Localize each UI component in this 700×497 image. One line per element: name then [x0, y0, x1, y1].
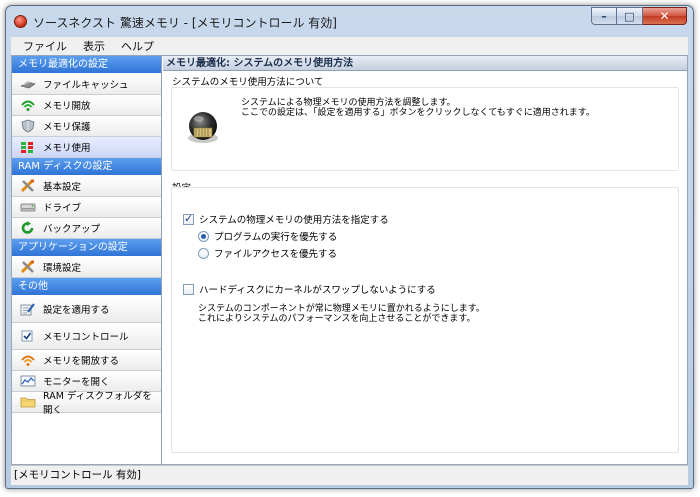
radio-unselected [198, 247, 209, 259]
no-kernel-swap-checkbox[interactable]: ハードディスクにカーネルがスワップしないようにする [183, 282, 436, 296]
sidebar-item-memory-control[interactable]: メモリコントロール [12, 323, 161, 350]
sidebar-header-other[interactable]: その他 [12, 278, 161, 296]
sidebar-item-memory-protection[interactable]: メモリ保護 [12, 116, 161, 137]
menu-view[interactable]: 表示 [75, 38, 113, 54]
sidebar-item-label: メモリを開放する [43, 356, 120, 367]
sidebar-item-label: メモリ開放 [43, 101, 91, 112]
shield-icon [21, 119, 35, 133]
folder-icon [20, 397, 36, 408]
close-icon: ✕ [659, 9, 670, 23]
radio-prioritize-programs-label: プログラムの実行を優先する [214, 232, 338, 243]
title-bar[interactable]: ソースネクスト 驚速メモリ - [メモリコントロール 有効] – □ ✕ [6, 6, 693, 36]
minimize-button[interactable]: – [591, 7, 617, 25]
tools-icon [20, 179, 35, 193]
menu-bar: ファイル 表示 ヘルプ [11, 37, 688, 55]
memory-chip-icon [188, 112, 218, 143]
radio-selected [198, 230, 209, 242]
client-area: メモリ最適化の設定 ファイルキャッシュ メモリ開放 メモリ保護 メモリ使用 RA… [11, 55, 688, 465]
wifi-release-icon [21, 100, 35, 111]
sidebar-item-label: モニターを開く [43, 377, 110, 388]
sidebar-item-open-ram-disk-folder[interactable]: RAM ディスクフォルダを開く [12, 391, 161, 416]
specify-memory-usage-label: システムの物理メモリの使用方法を指定する [199, 215, 389, 226]
sidebar-item-label: メモリ保護 [43, 122, 91, 133]
sidebar-item-label: メモリコントロール [43, 332, 129, 343]
checkbox-icon [21, 330, 33, 342]
about-description-line1: システムによる物理メモリの使用方法を調整します。 [241, 98, 456, 108]
monitor-icon [20, 375, 36, 387]
specify-memory-usage-checkbox[interactable]: システムの物理メモリの使用方法を指定する [183, 212, 389, 226]
menu-file[interactable]: ファイル [15, 38, 75, 54]
menu-help[interactable]: ヘルプ [113, 38, 162, 54]
sidebar-item-label: バックアップ [43, 224, 101, 235]
maximize-icon: □ [624, 9, 635, 23]
sidebar-item-apply-settings[interactable]: 設定を適用する [12, 296, 161, 323]
sidebar-item-label: 基本設定 [43, 182, 82, 193]
sidebar-item-file-cache[interactable]: ファイルキャッシュ [12, 74, 161, 95]
apply-icon [20, 303, 35, 316]
sidebar-item-memory-usage[interactable]: メモリ使用 [12, 137, 161, 158]
window-title: ソースネクスト 驚速メモリ - [メモリコントロール 有効] [33, 16, 337, 30]
settings-panel: システムの物理メモリの使用方法を指定する プログラムの実行を優先する ファイルア… [171, 187, 679, 453]
sidebar-header-memory-optimization[interactable]: メモリ最適化の設定 [12, 56, 161, 74]
status-bar: [メモリコントロール 有効] [11, 465, 688, 485]
radio-prioritize-file-access-label: ファイルアクセスを優先する [214, 249, 338, 260]
sidebar-item-drive[interactable]: ドライブ [12, 197, 161, 218]
no-kernel-swap-label: ハードディスクにカーネルがスワップしないようにする [199, 285, 436, 296]
no-kernel-swap-description-line2: これによりシステムのパフォーマンスを向上させることができます。 [198, 314, 476, 324]
sidebar-item-basic-settings[interactable]: 基本設定 [12, 176, 161, 197]
main-panel: メモリ最適化: システムのメモリ使用方法 システムのメモリ使用方法について シス… [163, 56, 687, 464]
sidebar-header-ram-disk[interactable]: RAM ディスクの設定 [12, 158, 161, 176]
sidebar-item-backup[interactable]: バックアップ [12, 218, 161, 239]
about-panel: システムによる物理メモリの使用方法を調整します。 ここでの設定は、「設定を適用す… [171, 87, 679, 171]
close-button[interactable]: ✕ [643, 7, 687, 25]
about-description-line2: ここでの設定は、「設定を適用する」ボタンをクリックしなくてもすぐに適用されます。 [241, 108, 595, 118]
sidebar: メモリ最適化の設定 ファイルキャッシュ メモリ開放 メモリ保護 メモリ使用 RA… [12, 56, 162, 464]
app-icon [14, 15, 27, 28]
backup-icon [21, 221, 34, 234]
main-header: メモリ最適化: システムのメモリ使用方法 [163, 56, 687, 71]
sidebar-item-label: RAM ディスクフォルダを開く [43, 391, 152, 416]
caption-buttons: – □ ✕ [591, 7, 687, 25]
checkbox-checked [183, 212, 194, 225]
sidebar-item-label: 環境設定 [43, 263, 82, 274]
tools-icon [20, 260, 35, 274]
maximize-button[interactable]: □ [617, 7, 643, 25]
app-window: ソースネクスト 驚速メモリ - [メモリコントロール 有効] – □ ✕ ファイ… [5, 5, 694, 489]
no-kernel-swap-description-line1: システムのコンポーネントが常に物理メモリに置かれるようにします。 [198, 304, 485, 314]
sidebar-item-memory-release[interactable]: メモリ開放 [12, 95, 161, 116]
memory-bars-icon [21, 142, 33, 153]
sidebar-item-environment-settings[interactable]: 環境設定 [12, 257, 161, 278]
sidebar-item-label: メモリ使用 [43, 143, 91, 154]
drive-icon [20, 203, 36, 212]
release-icon [21, 355, 35, 366]
sidebar-header-application[interactable]: アプリケーションの設定 [12, 239, 161, 257]
sidebar-item-release-memory[interactable]: メモリを開放する [12, 350, 161, 371]
sidebar-item-label: 設定を適用する [43, 305, 110, 316]
about-section-title: システムのメモリ使用方法について [172, 77, 324, 88]
cable-icon [20, 81, 36, 89]
minimize-icon: – [601, 9, 607, 23]
radio-prioritize-file-access[interactable]: ファイルアクセスを優先する [198, 246, 337, 260]
checkbox-unchecked [183, 283, 194, 295]
sidebar-item-label: ファイルキャッシュ [43, 80, 129, 91]
sidebar-item-label: ドライブ [43, 203, 82, 214]
radio-prioritize-programs[interactable]: プログラムの実行を優先する [198, 229, 337, 243]
